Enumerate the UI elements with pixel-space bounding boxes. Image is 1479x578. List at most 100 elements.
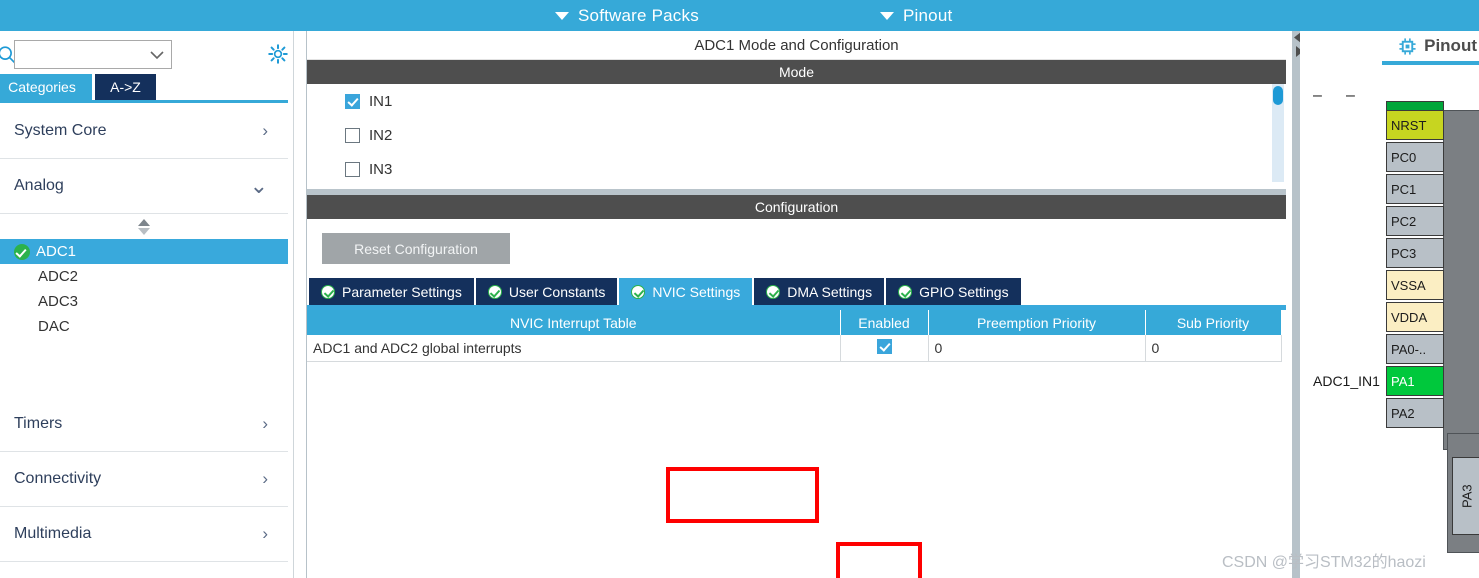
pin-label: PC0 — [1391, 149, 1417, 165]
tab-a-to-z[interactable]: A->Z — [95, 74, 156, 100]
mode-checkbox-label: IN3 — [369, 160, 393, 178]
mode-body: IN1 IN2 IN3 — [307, 84, 1286, 189]
pin-nrst[interactable]: NRST — [1386, 110, 1444, 140]
chevron-down-icon: ⌄ — [249, 173, 268, 198]
pin-label: PA3 — [1459, 484, 1475, 508]
mode-checkbox-in1[interactable]: IN1 — [307, 84, 1286, 118]
page-title: ADC1 Mode and Configuration — [307, 31, 1286, 60]
sidebar-item-computing[interactable]: Computing › — [0, 562, 288, 578]
search-input[interactable] — [14, 40, 172, 69]
category-list: System Core › Analog ⌄ ADC1 ADC2 ADC3 DA… — [0, 104, 288, 578]
chip-icon — [1399, 37, 1416, 55]
sidebar-item-dac[interactable]: DAC — [0, 314, 288, 339]
tab-a-to-z-label: A->Z — [110, 79, 141, 95]
sidebar-search-row — [0, 36, 294, 74]
tab-dma-settings[interactable]: DMA Settings — [754, 278, 885, 305]
pin-pa3[interactable]: PA3 — [1452, 457, 1479, 535]
pinout-panel-title: Pinout — [1424, 36, 1477, 55]
dash-mark-1: – — [1313, 87, 1322, 104]
spinner-arrows-icon — [138, 218, 150, 235]
mode-section-label: Mode — [778, 64, 815, 80]
column-header-enabled[interactable]: Enabled — [840, 310, 929, 335]
sidebar-item-label: DAC — [38, 318, 70, 335]
tab-user-constants[interactable]: User Constants — [475, 278, 618, 305]
check-circle-icon — [321, 284, 335, 299]
pinout-panel-header: Pinout — [1300, 31, 1479, 61]
mode-scrollbar-thumb[interactable] — [1273, 86, 1283, 105]
dash-mark-2: – — [1346, 87, 1355, 104]
sidebar-item-label: ADC2 — [38, 268, 79, 285]
chevron-down-icon — [880, 11, 894, 20]
pin-label: VDDA — [1391, 309, 1428, 325]
menu-pinout[interactable]: Pinout — [880, 0, 952, 31]
tab-gpio-settings[interactable]: GPIO Settings — [886, 278, 1021, 305]
checkbox-in3[interactable] — [345, 161, 360, 177]
tab-categories[interactable]: Categories — [0, 74, 92, 100]
chevron-down-icon[interactable] — [149, 50, 165, 60]
column-header-interrupt[interactable]: NVIC Interrupt Table — [307, 310, 841, 335]
chevron-right-icon: › — [262, 524, 268, 543]
menu-pinout-label: Pinout — [903, 5, 953, 25]
pin-pc0[interactable]: PC0 — [1386, 142, 1444, 172]
sidebar-item-connectivity[interactable]: Connectivity › — [0, 452, 288, 507]
check-circle-icon — [898, 284, 913, 299]
scroll-spinner[interactable] — [0, 214, 288, 239]
table-row[interactable]: ADC1 and ADC2 global interrupts 0 0 — [307, 335, 1282, 362]
pin-label: PC1 — [1391, 181, 1417, 197]
tab-parameter-settings[interactable]: Parameter Settings — [309, 278, 474, 305]
gear-icon[interactable] — [268, 44, 288, 64]
chevron-right-icon: › — [262, 469, 268, 488]
sidebar-item-system-core[interactable]: System Core › — [0, 104, 288, 159]
cell-enabled[interactable] — [840, 335, 929, 362]
sidebar-tabs-underline — [0, 100, 288, 103]
column-header-sub-priority[interactable]: Sub Priority — [1145, 310, 1282, 335]
mode-checkbox-label: IN2 — [369, 126, 393, 144]
chip-diagram: – – NRST PC0 PC1 PC2 PC3 VSSA VDDA PA0-.… — [1300, 65, 1479, 565]
main-panel: ADC1 Mode and Configuration Mode IN1 IN2… — [306, 31, 1305, 578]
checkbox-in2[interactable] — [345, 127, 360, 143]
column-header-preemption-priority[interactable]: Preemption Priority — [928, 310, 1146, 335]
pin-pa2[interactable]: PA2 — [1386, 398, 1444, 428]
reset-configuration-button[interactable]: Reset Configuration — [322, 233, 510, 264]
pin-vdda[interactable]: VDDA — [1386, 302, 1444, 332]
menu-software-packs-label: Software Packs — [578, 5, 699, 25]
mode-checkbox-in3[interactable]: IN3 — [307, 152, 1286, 186]
chip-body — [1443, 110, 1479, 450]
pin-pa0[interactable]: PA0-.. — [1386, 334, 1444, 364]
pin-label: PC2 — [1391, 213, 1417, 229]
pin-pc3[interactable]: PC3 — [1386, 238, 1444, 268]
table-header-row: NVIC Interrupt Table Enabled Preemption … — [307, 310, 1282, 335]
check-circle-icon — [766, 284, 781, 299]
sidebar-item-label: System Core — [14, 122, 107, 139]
pin-pa1[interactable]: PA1 — [1386, 366, 1444, 396]
pinout-panel: Pinout – – NRST PC0 PC1 PC2 PC3 VSSA VDD… — [1300, 31, 1479, 578]
menu-software-packs[interactable]: Software Packs — [555, 0, 699, 31]
sidebar-item-timers[interactable]: Timers › — [0, 397, 288, 452]
sidebar-item-multimedia[interactable]: Multimedia › — [0, 507, 288, 562]
mode-scrollbar[interactable] — [1272, 84, 1284, 182]
pin-pc1[interactable]: PC1 — [1386, 174, 1444, 204]
sidebar-item-analog[interactable]: Analog ⌄ — [0, 159, 288, 214]
configuration-section-header: Configuration — [307, 195, 1286, 219]
sidebar-item-adc2[interactable]: ADC2 — [0, 264, 288, 289]
tab-nvic-settings[interactable]: NVIC Settings — [619, 278, 753, 305]
cell-sub-priority[interactable]: 0 — [1145, 335, 1282, 362]
tab-label: Parameter Settings — [342, 283, 462, 300]
sidebar-tabs: Categories A->Z — [0, 74, 294, 100]
cell-interrupt-name: ADC1 and ADC2 global interrupts — [307, 335, 841, 362]
pin-label: PA2 — [1391, 405, 1415, 421]
sidebar-item-adc1[interactable]: ADC1 — [0, 239, 288, 264]
check-circle-icon — [14, 243, 30, 260]
checkbox-in1[interactable] — [345, 93, 360, 109]
highlight-box-nvic-tab — [666, 467, 819, 523]
tab-label: User Constants — [508, 283, 606, 300]
pin-vssa[interactable]: VSSA — [1386, 270, 1444, 300]
highlight-box-enabled-checkbox — [836, 542, 922, 578]
pin-pc2[interactable]: PC2 — [1386, 206, 1444, 236]
nvic-interrupt-table: NVIC Interrupt Table Enabled Preemption … — [307, 310, 1282, 362]
mode-checkbox-in2[interactable]: IN2 — [307, 118, 1286, 152]
cell-preemption-priority[interactable]: 0 — [928, 335, 1146, 362]
checkbox-interrupt-enabled[interactable] — [876, 338, 892, 354]
tab-categories-label: Categories — [8, 79, 76, 95]
sidebar-item-adc3[interactable]: ADC3 — [0, 289, 288, 314]
